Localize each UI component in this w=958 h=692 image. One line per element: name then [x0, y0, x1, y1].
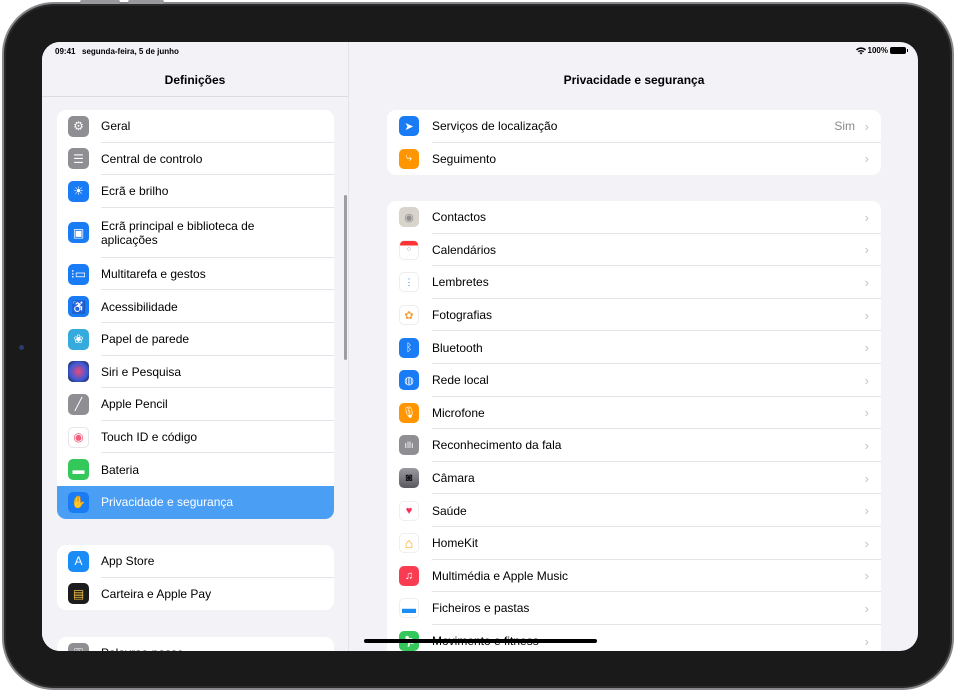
sidebar-item-touch-id[interactable]: ◉ Touch ID e código	[57, 421, 334, 454]
chevron-right-icon: ›	[864, 307, 869, 323]
sidebar-item-bateria[interactable]: ▬ Bateria	[57, 453, 334, 486]
accessibility-icon: ♿	[68, 296, 89, 318]
heart-icon: ♥	[399, 500, 419, 521]
home-screen-icon: ▣	[68, 222, 89, 244]
sun-icon: ☀	[68, 180, 89, 202]
detail-item-calendarios[interactable]: ⁘ Calendários ›	[387, 234, 881, 267]
sidebar-item-central-de-controlo[interactable]: ☰ Central de controlo	[57, 143, 334, 176]
detail-item-ficheiros[interactable]: ▬ Ficheiros e pastas ›	[387, 592, 881, 625]
detail-item-bluetooth[interactable]: ᛒ Bluetooth ›	[387, 331, 881, 364]
status-time: 09:41	[55, 47, 76, 56]
key-icon: ⚿	[68, 642, 89, 651]
battery-icon	[890, 47, 908, 54]
chevron-right-icon: ›	[864, 600, 869, 616]
sidebar-scrollbar[interactable]	[344, 195, 347, 360]
sidebar-item-ecra-principal[interactable]: ▣ Ecrã principal e biblioteca de aplicaçõ…	[57, 208, 334, 258]
status-date: segunda-feira, 5 de junho	[82, 47, 179, 56]
calendar-icon: ⁘	[399, 239, 419, 260]
home-indicator[interactable]	[364, 639, 597, 643]
front-camera	[19, 345, 24, 350]
chevron-right-icon: ›	[864, 503, 869, 519]
sidebar-group-store: A App Store ▤ Carteira e Apple Pay	[57, 545, 334, 611]
detail-item-fala[interactable]: ıllı Reconhecimento da fala ›	[387, 429, 881, 462]
detail-item-camara[interactable]: ◙ Câmara ›	[387, 462, 881, 495]
sidebar-item-ecra-e-brilho[interactable]: ☀ Ecrã e brilho	[57, 175, 334, 208]
chevron-right-icon: ›	[864, 568, 869, 584]
multitasking-icon: ⁝▭	[68, 263, 89, 285]
detail-item-music[interactable]: ♫ Multimédia e Apple Music ›	[387, 560, 881, 593]
hand-icon: ✋	[68, 491, 89, 513]
status-bar: 09:41 segunda-feira, 5 de junho 100%	[42, 42, 918, 60]
sidebar-item-carteira[interactable]: ▤ Carteira e Apple Pay	[57, 578, 334, 611]
fingerprint-icon: ◉	[68, 426, 89, 448]
detail-item-rede-local[interactable]: ◍ Rede local ›	[387, 364, 881, 397]
detail-group-permissions: ◉ Contactos › ⁘ Calendários › ⋮ Lembretes › ✿ F…	[387, 201, 881, 651]
detail-item-seguimento[interactable]: ⤷ Seguimento ›	[387, 143, 881, 176]
detail-item-localizacao[interactable]: ➤ Serviços de localização Sim ›	[387, 110, 881, 143]
detail-title: Privacidade e segurança	[563, 73, 705, 87]
chevron-right-icon: ›	[864, 118, 869, 134]
pencil-icon: ╱	[68, 393, 89, 415]
reminders-icon: ⋮	[399, 272, 419, 293]
screen: 09:41 segunda-feira, 5 de junho 100% Def…	[42, 42, 918, 651]
chevron-right-icon: ›	[864, 405, 869, 421]
globe-icon: ◍	[399, 370, 419, 391]
volume-button	[80, 0, 120, 4]
detail-item-saude[interactable]: ♥ Saúde ›	[387, 494, 881, 527]
house-icon: ⌂	[399, 533, 419, 554]
sidebar-item-apple-pencil[interactable]: ╱ Apple Pencil	[57, 388, 334, 421]
location-arrow-icon: ➤	[399, 116, 419, 137]
sidebar-item-papel-de-parede[interactable]: ❀ Papel de parede	[57, 323, 334, 356]
gear-icon: ⚙	[68, 115, 89, 137]
siri-icon	[68, 361, 89, 383]
volume-button	[128, 0, 164, 4]
battery-percent: 100%	[867, 46, 888, 55]
waveform-icon: ıllı	[399, 435, 419, 456]
chevron-right-icon: ›	[864, 437, 869, 453]
detail-item-contactos[interactable]: ◉ Contactos ›	[387, 201, 881, 234]
camera-icon: ◙	[399, 468, 419, 489]
detail-item-lembretes[interactable]: ⋮ Lembretes ›	[387, 266, 881, 299]
chevron-right-icon: ›	[864, 470, 869, 486]
chevron-right-icon: ›	[864, 535, 869, 551]
toggles-icon: ☰	[68, 148, 89, 170]
contacts-icon: ◉	[399, 207, 419, 228]
sidebar-item-privacidade[interactable]: ✋ Privacidade e segurança	[57, 485, 334, 519]
detail-item-fotografias[interactable]: ✿ Fotografias ›	[387, 299, 881, 332]
sidebar: Definições ⚙ Geral ☰ Central de controlo ☀…	[42, 42, 349, 651]
sidebar-item-palavras-passe[interactable]: ⚿Palavras-passe	[57, 637, 334, 651]
sidebar-title: Definições	[164, 73, 226, 87]
sidebar-item-multitarefa[interactable]: ⁝▭ Multitarefa e gestos	[57, 258, 334, 291]
wallet-icon: ▤	[68, 583, 89, 605]
wifi-icon	[855, 46, 866, 54]
wallpaper-icon: ❀	[68, 328, 89, 350]
sidebar-item-app-store[interactable]: A App Store	[57, 545, 334, 578]
microphone-icon: 🎙︎	[399, 402, 419, 423]
app-store-icon: A	[68, 550, 89, 572]
chevron-right-icon: ›	[864, 151, 869, 167]
music-icon: ♫	[399, 565, 419, 586]
chevron-right-icon: ›	[864, 209, 869, 225]
chevron-right-icon: ›	[864, 242, 869, 258]
folder-icon: ▬	[399, 598, 419, 619]
chevron-right-icon: ›	[864, 340, 869, 356]
sidebar-item-acessibilidade[interactable]: ♿ Acessibilidade	[57, 290, 334, 323]
chevron-right-icon: ›	[864, 274, 869, 290]
battery-icon: ▬	[68, 459, 89, 481]
tracking-icon: ⤷	[399, 148, 419, 169]
bluetooth-icon: ᛒ	[399, 337, 419, 358]
sidebar-item-geral[interactable]: ⚙ Geral	[57, 110, 334, 143]
photos-icon: ✿	[399, 305, 419, 326]
detail-item-microfone[interactable]: 🎙︎ Microfone ›	[387, 397, 881, 430]
sidebar-item-siri[interactable]: Siri e Pesquisa	[57, 356, 334, 389]
location-value: Sim	[834, 119, 855, 134]
sidebar-group-main: ⚙ Geral ☰ Central de controlo ☀ Ecrã e bril…	[57, 110, 334, 519]
sidebar-group-passwords: ⚿Palavras-passe	[57, 637, 334, 651]
detail-pane: Privacidade e segurança ➤ Serviços de loc…	[350, 42, 918, 651]
detail-item-fitness[interactable]: 🏃︎Movimento e fitness›	[387, 625, 881, 651]
detail-group-location: ➤ Serviços de localização Sim › ⤷ Seguimento…	[387, 110, 881, 176]
chevron-right-icon: ›	[864, 372, 869, 388]
chevron-right-icon: ›	[864, 633, 869, 649]
detail-item-homekit[interactable]: ⌂ HomeKit ›	[387, 527, 881, 560]
